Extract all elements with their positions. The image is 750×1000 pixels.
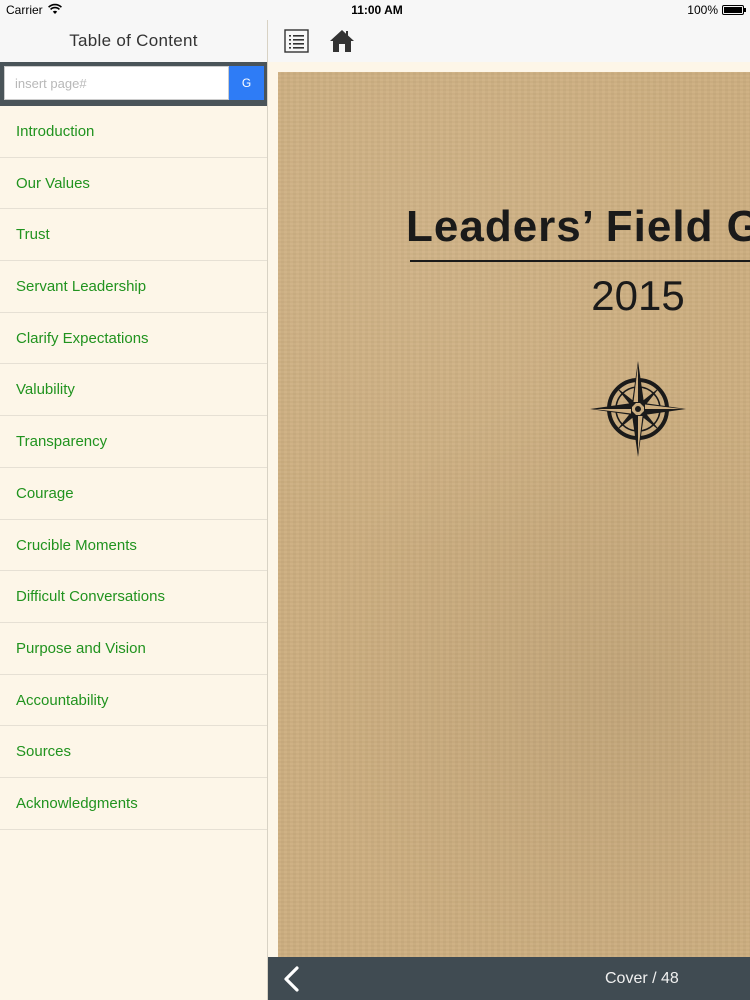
toc-item-courage[interactable]: Courage: [0, 468, 267, 520]
toc-item-crucible-moments[interactable]: Crucible Moments: [0, 520, 267, 572]
toc-item-accountability[interactable]: Accountability: [0, 675, 267, 727]
bottom-navigation-bar: Cover / 48: [268, 957, 750, 1000]
list-icon[interactable]: [284, 29, 309, 53]
book-cover-page[interactable]: Leaders’ Field G 2015: [278, 72, 750, 957]
go-button[interactable]: G: [229, 66, 264, 100]
toc-item-clarify-expectations[interactable]: Clarify Expectations: [0, 313, 267, 365]
page-number-input[interactable]: [4, 66, 229, 100]
reader-area: Leaders’ Field G 2015: [268, 62, 750, 957]
sidebar-title: Table of Content: [0, 20, 267, 62]
status-bar: Carrier 11:00 AM 100%: [0, 0, 750, 20]
compass-icon: [590, 361, 686, 457]
chevron-left-icon[interactable]: [282, 966, 302, 992]
toc-list: Introduction Our Values Trust Servant Le…: [0, 106, 267, 830]
toc-item-our-values[interactable]: Our Values: [0, 158, 267, 210]
toc-item-introduction[interactable]: Introduction: [0, 106, 267, 158]
toc-item-difficult-conversations[interactable]: Difficult Conversations: [0, 571, 267, 623]
page-indicator: Cover / 48: [605, 970, 679, 987]
home-icon[interactable]: [329, 28, 355, 54]
page-search-bar: G: [0, 62, 267, 106]
book-year: 2015: [591, 272, 685, 319]
toc-item-purpose-and-vision[interactable]: Purpose and Vision: [0, 623, 267, 675]
main-toolbar: [268, 20, 750, 62]
toc-item-sources[interactable]: Sources: [0, 726, 267, 778]
toc-item-servant-leadership[interactable]: Servant Leadership: [0, 261, 267, 313]
toc-item-acknowledgments[interactable]: Acknowledgments: [0, 778, 267, 830]
clock: 11:00 AM: [351, 3, 403, 17]
toc-sidebar: Table of Content G Introduction Our Valu…: [0, 20, 268, 1000]
toc-item-transparency[interactable]: Transparency: [0, 416, 267, 468]
toc-item-valubility[interactable]: Valubility: [0, 364, 267, 417]
battery-icon: [722, 5, 746, 15]
title-divider: [410, 260, 750, 262]
battery-percent: 100%: [687, 3, 718, 17]
toc-item-trust[interactable]: Trust: [0, 209, 267, 262]
book-title: Leaders’ Field G: [406, 202, 750, 251]
